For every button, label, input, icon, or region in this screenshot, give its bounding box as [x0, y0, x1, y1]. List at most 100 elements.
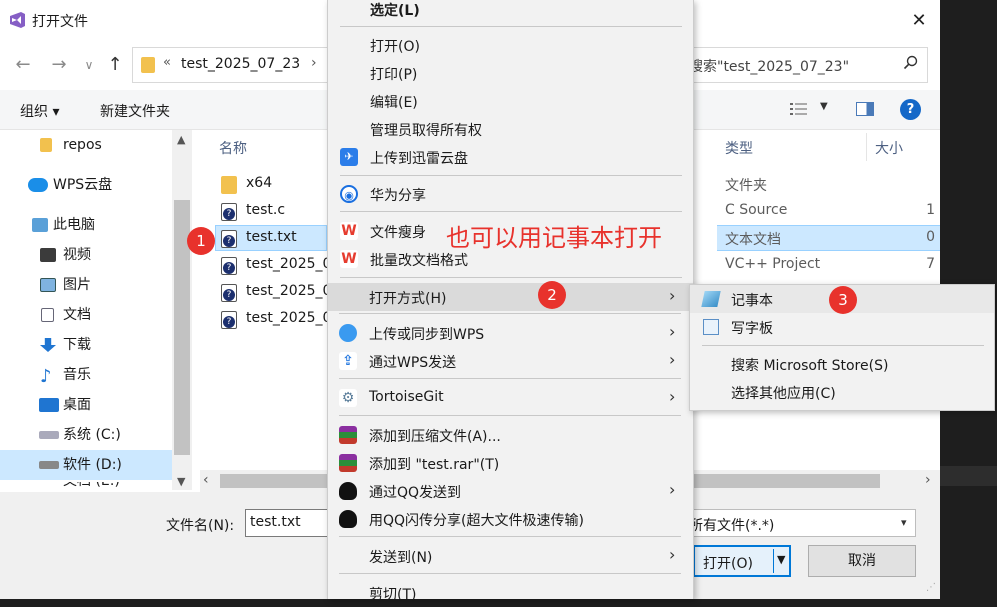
preview-pane-icon[interactable] — [856, 102, 874, 116]
unknown-file-icon: ? — [221, 203, 237, 221]
download-icon — [40, 338, 56, 352]
address-bar[interactable]: « test_2025_07_23 › — [132, 47, 332, 83]
wps-icon: W — [340, 250, 358, 268]
menu-item-cut[interactable]: 剪切(T) — [327, 579, 693, 607]
column-header-type[interactable]: 类型 — [725, 138, 753, 158]
sidebar-item-this-pc[interactable]: 此电脑 — [0, 210, 172, 240]
submenu-item-wordpad[interactable]: 写字板 — [689, 313, 995, 341]
sidebar-item-repos[interactable]: repos — [0, 130, 172, 160]
menu-item-take-ownership[interactable]: 管理员取得所有权 — [328, 115, 694, 143]
menu-item-wps-sync[interactable]: 上传或同步到WPS › — [327, 319, 693, 347]
menu-separator — [340, 277, 682, 278]
cancel-button[interactable]: 取消 — [808, 545, 916, 577]
organize-menu[interactable]: 组织 ▾ — [20, 101, 59, 121]
scroll-left-icon[interactable]: ‹ — [203, 472, 209, 488]
back-button[interactable]: ← — [10, 52, 36, 78]
column-header-name[interactable]: 名称 — [219, 138, 247, 158]
annotation-note: 也可以用记事本打开 — [446, 224, 662, 252]
menu-item-add-to-rar[interactable]: 添加到 "test.rar"(T) — [327, 449, 693, 477]
winrar-icon — [339, 454, 357, 472]
close-button[interactable]: ✕ — [905, 10, 933, 32]
menu-item-qq-flash-share[interactable]: 用QQ闪传分享(超大文件极速传输) — [327, 505, 693, 533]
menu-item-send-to[interactable]: 发送到(N) › — [327, 542, 693, 570]
file-type-filter-value: 所有文件(*.*) — [689, 518, 775, 534]
file-row-test-c[interactable]: ? test.c — [215, 198, 325, 225]
menu-item-edit[interactable]: 编辑(E) — [328, 87, 694, 115]
split-divider — [773, 549, 774, 573]
file-row-test-txt[interactable]: ? test.txt — [215, 225, 325, 252]
share-icon: ⇪ — [339, 352, 357, 370]
open-options-dropdown[interactable]: ▼ — [777, 553, 785, 566]
help-icon[interactable]: ? — [900, 99, 921, 120]
editor-line-highlight — [940, 466, 997, 486]
annotation-badge: 1 — [187, 227, 215, 255]
sidebar-item-videos[interactable]: 视频 — [0, 240, 172, 270]
filename-input[interactable]: test.txt — [245, 509, 330, 537]
chevron-right-icon: › — [669, 322, 676, 341]
resize-grip-icon[interactable]: ⋰ — [926, 582, 936, 593]
drive-icon — [39, 431, 59, 439]
cloud-icon — [28, 178, 48, 192]
sidebar-item-wps-cloud[interactable]: WPS云盘 — [0, 170, 172, 200]
file-row-project[interactable]: ? test_2025_0 — [215, 252, 331, 279]
scroll-right-icon[interactable]: › — [925, 472, 931, 488]
menu-item-wps-send[interactable]: ⇪ 通过WPS发送 › — [327, 347, 693, 375]
recent-locations-button[interactable]: ∨ — [76, 52, 102, 78]
unknown-file-icon: ? — [221, 311, 237, 329]
file-size-cell: 7 — [926, 256, 935, 272]
menu-item-print[interactable]: 打印(P) — [328, 59, 694, 87]
file-type-filter[interactable]: 所有文件(*.*) ▾ — [680, 509, 916, 537]
scroll-up-icon[interactable]: ▲ — [177, 133, 185, 146]
search-input[interactable]: 搜索"test_2025_07_23" — [680, 47, 928, 83]
file-type-cell: 文件夹 — [725, 178, 767, 194]
file-size-cell: 1 — [926, 202, 935, 218]
open-button[interactable]: 打开(O) ▼ — [693, 545, 791, 577]
menu-item-add-archive[interactable]: 添加到压缩文件(A)... — [327, 421, 693, 449]
sidebar-item-drive-d[interactable]: 软件 (D:) — [0, 450, 172, 480]
search-icon — [903, 55, 918, 70]
breadcrumb-overflow[interactable]: « — [163, 55, 171, 70]
new-folder-button[interactable]: 新建文件夹 — [100, 101, 170, 121]
column-divider[interactable] — [866, 133, 867, 161]
chevron-down-icon: ▾ — [901, 516, 907, 529]
menu-item-tortoisegit[interactable]: ⚙ TortoiseGit › — [327, 384, 693, 412]
sidebar-item-music[interactable]: ♪ 音乐 — [0, 360, 172, 390]
forward-button[interactable]: → — [46, 52, 72, 78]
sidebar-item-drive-e[interactable]: 文档 (E:) — [0, 482, 172, 490]
chevron-down-icon[interactable]: ▼ — [820, 101, 828, 112]
menu-item-open[interactable]: 打开(O) — [328, 31, 694, 59]
menu-separator — [339, 313, 681, 314]
sidebar-item-documents[interactable]: 文档 — [0, 300, 172, 330]
view-details-icon[interactable] — [789, 101, 809, 117]
menu-separator — [702, 345, 984, 346]
menu-item-upload-xunlei[interactable]: ✈ 上传到迅雷云盘 — [328, 143, 694, 171]
file-row-project[interactable]: ? test_2025_0 — [215, 279, 331, 306]
picture-icon — [40, 278, 56, 292]
menu-item-huawei-share[interactable]: ◉ 华为分享 — [328, 180, 694, 208]
menu-item-qq-send[interactable]: 通过QQ发送到 › — [327, 477, 693, 505]
scroll-down-icon[interactable]: ▼ — [177, 475, 185, 488]
up-button[interactable]: ↑ — [102, 52, 128, 78]
breadcrumb-folder[interactable]: test_2025_07_23 — [181, 56, 300, 72]
sidebar-item-downloads[interactable]: 下载 — [0, 330, 172, 360]
submenu-item-choose-app[interactable]: 选择其他应用(C) — [689, 378, 995, 406]
sidebar-item-desktop[interactable]: 桌面 — [0, 390, 172, 420]
vc-project-icon: ? — [221, 284, 237, 302]
menu-item-select[interactable]: 选定(L) — [328, 0, 694, 23]
video-icon — [40, 248, 56, 262]
folder-icon — [40, 138, 52, 152]
menu-item-open-with[interactable]: 打开方式(H) › — [327, 283, 693, 311]
column-header-size[interactable]: 大小 — [875, 138, 903, 158]
navigation-pane: repos WPS云盘 此电脑 视频 图片 文档 下载 ♪ 音乐 桌面 系统 (… — [0, 130, 192, 490]
breadcrumb-arrow[interactable]: › — [311, 55, 317, 71]
tortoisegit-icon: ⚙ — [339, 389, 357, 407]
sidebar-item-drive-c[interactable]: 系统 (C:) — [0, 420, 172, 450]
menu-separator — [340, 26, 682, 27]
winrar-icon — [339, 426, 357, 444]
file-row-project[interactable]: ? test_2025_0 — [215, 306, 331, 333]
file-row-x64[interactable]: x64 — [215, 171, 325, 198]
file-size-cell: 0 — [926, 229, 935, 245]
submenu-item-ms-store[interactable]: 搜索 Microsoft Store(S) — [689, 350, 995, 378]
sidebar-item-pictures[interactable]: 图片 — [0, 270, 172, 300]
chevron-right-icon: › — [669, 286, 676, 305]
